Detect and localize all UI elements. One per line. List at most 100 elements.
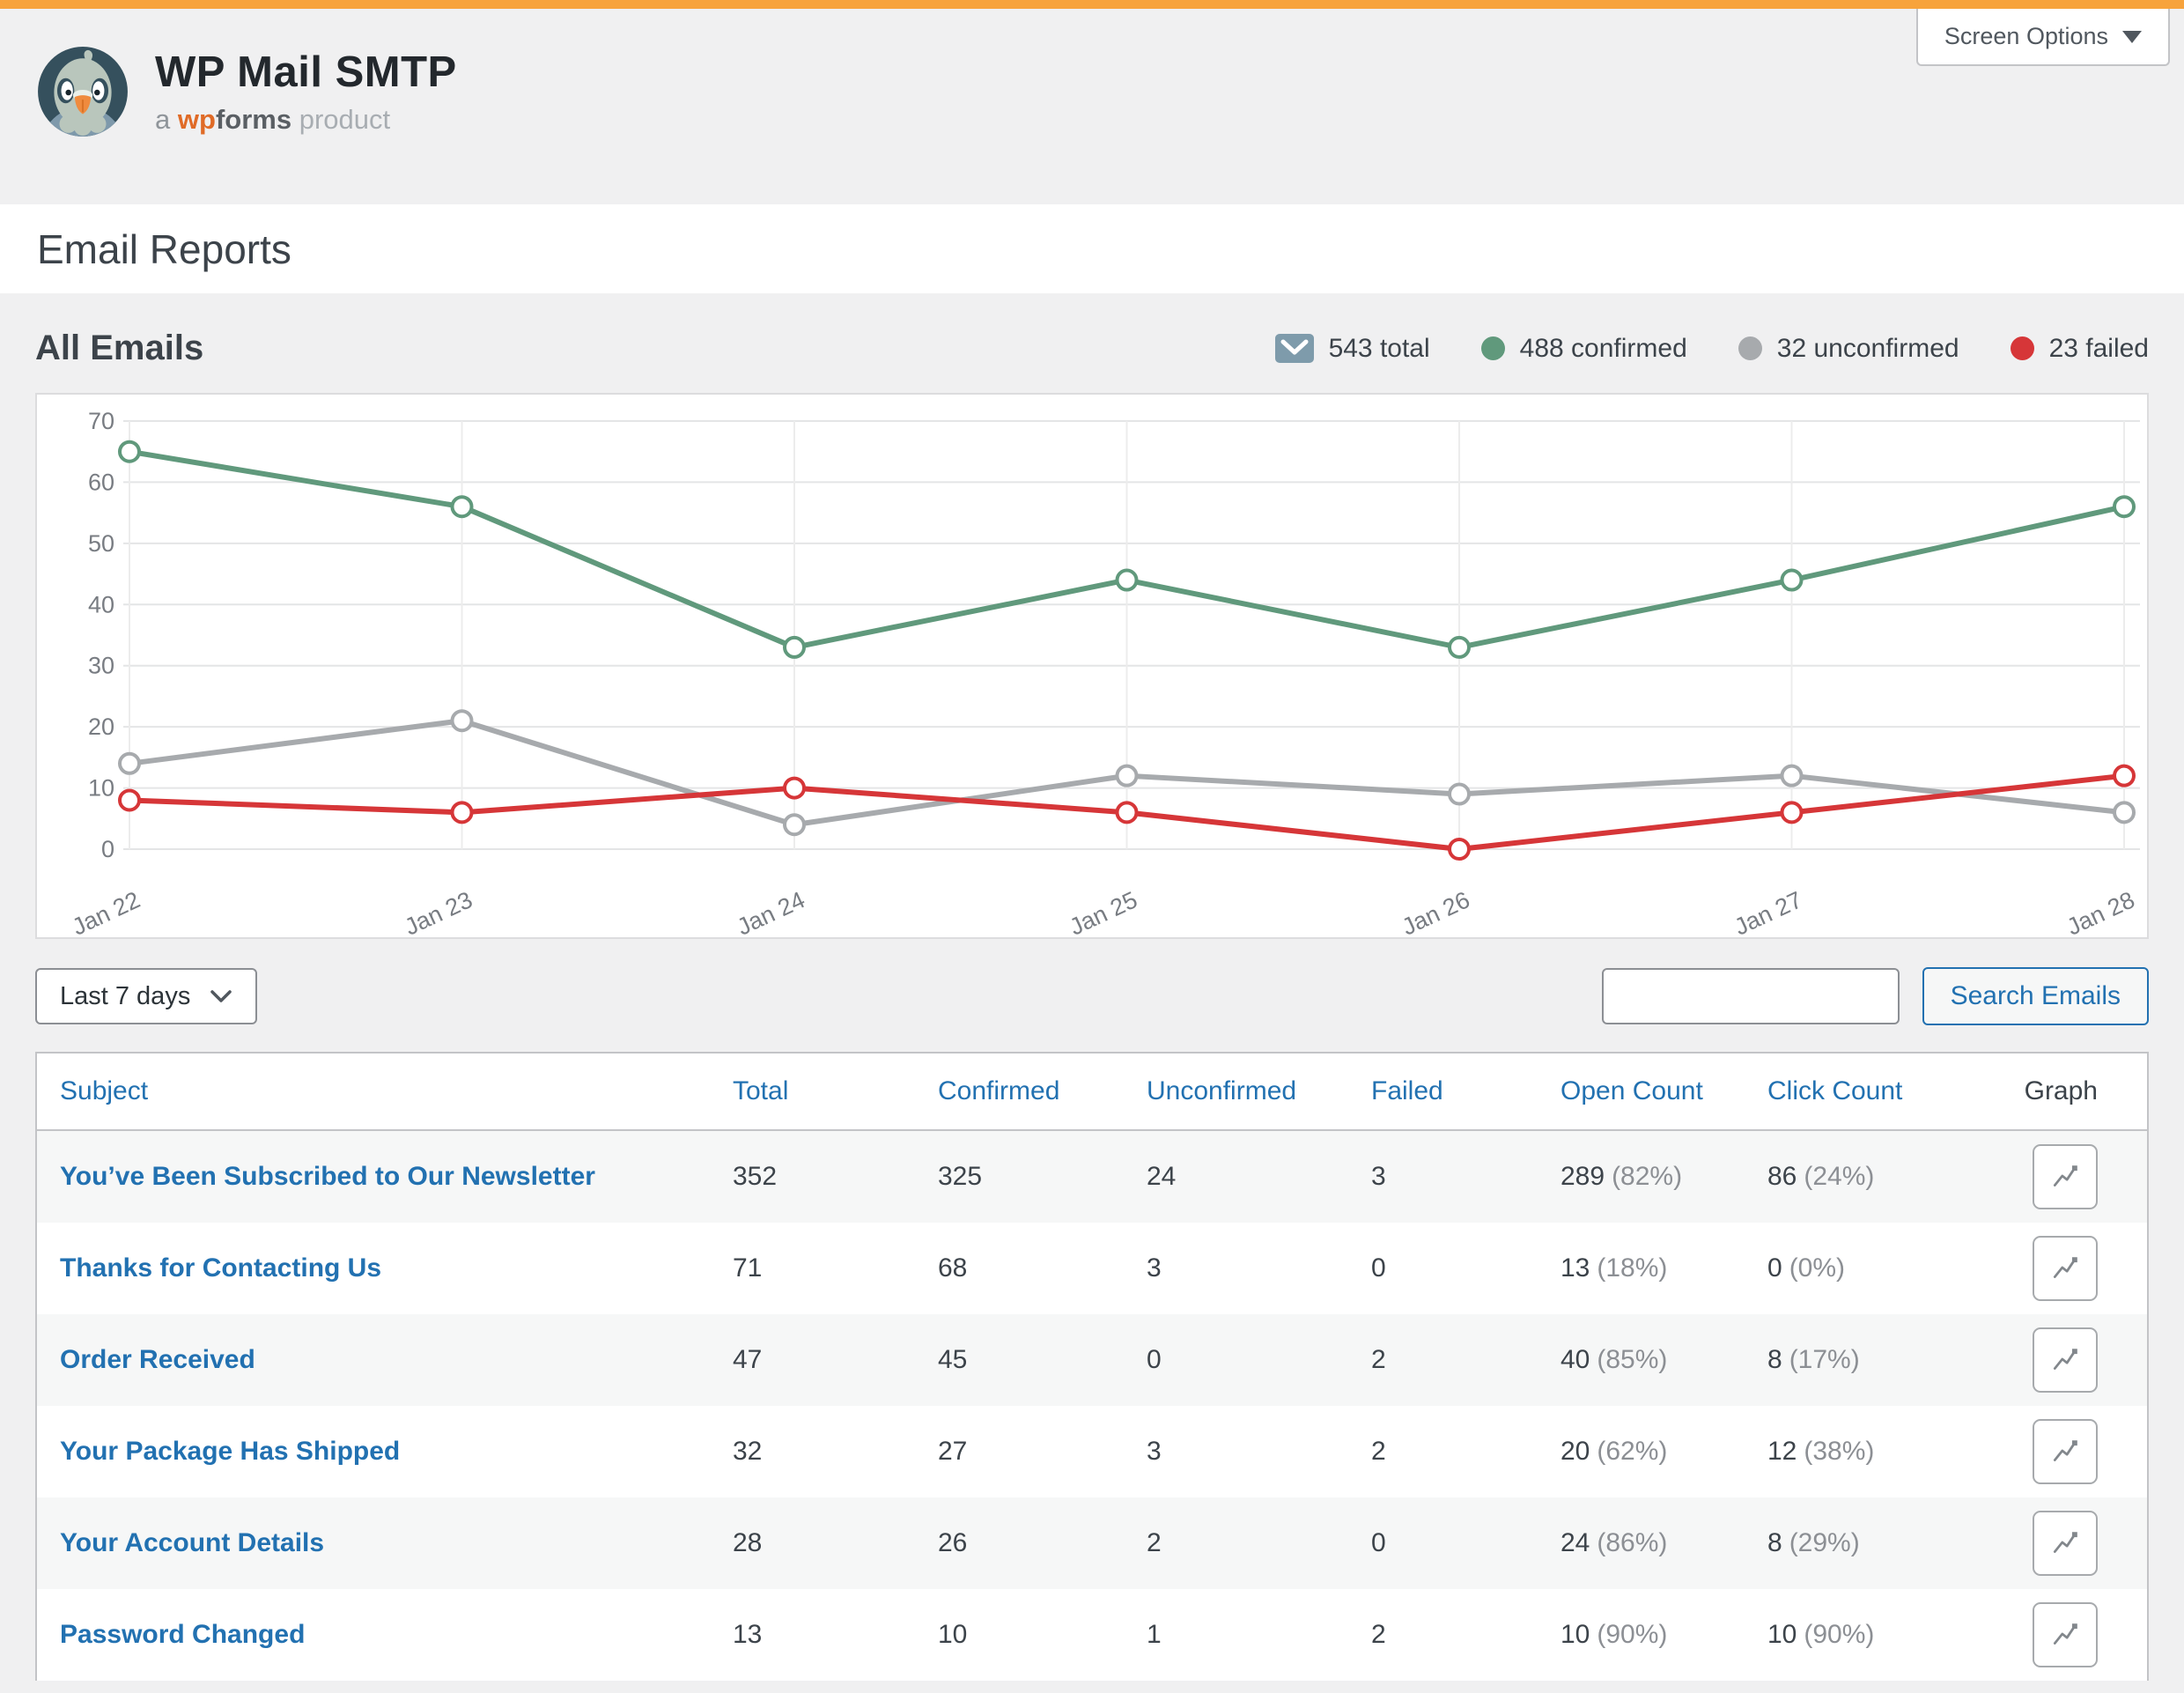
- open-count-cell: 289(82%): [1561, 1162, 1767, 1192]
- table-controls: Last 7 days Search Emails: [35, 967, 2149, 1025]
- date-range-select[interactable]: Last 7 days: [35, 968, 257, 1024]
- column-header-open-count[interactable]: Open Count: [1561, 1076, 1767, 1106]
- click-count-cell: 0(0%): [1767, 1253, 2005, 1283]
- failed-dot-icon: [2011, 336, 2034, 360]
- legend-total: 543 total: [1275, 334, 1430, 364]
- tagline-forms: forms: [216, 104, 291, 135]
- svg-text:Jan 22: Jan 22: [68, 886, 144, 937]
- unconfirmed-cell: 0: [1147, 1345, 1371, 1375]
- open-count-cell: 24(86%): [1561, 1528, 1767, 1558]
- unconfirmed-cell: 3: [1147, 1253, 1371, 1283]
- email-subject-link[interactable]: Order Received: [60, 1345, 255, 1374]
- legend-total-label: 543 total: [1329, 334, 1430, 364]
- total-cell: 352: [733, 1162, 938, 1192]
- svg-text:70: 70: [88, 408, 114, 434]
- table-body: You’ve Been Subscribed to Our Newsletter…: [37, 1131, 2147, 1681]
- click-count-cell: 10(90%): [1767, 1620, 2005, 1650]
- wp-mail-smtp-pigeon-logo: [35, 44, 130, 139]
- email-subject-link[interactable]: Password Changed: [60, 1620, 305, 1649]
- column-header-total[interactable]: Total: [733, 1076, 938, 1106]
- all-emails-section-header: All Emails 543 total 488 confirmed 32 unco…: [0, 293, 2184, 393]
- row-graph-button[interactable]: [2033, 1602, 2098, 1667]
- column-header-graph: Graph: [2005, 1076, 2147, 1106]
- row-graph-button[interactable]: [2033, 1511, 2098, 1576]
- table-row: Password Changed13101210(90%)10(90%): [37, 1589, 2147, 1681]
- unconfirmed-cell: 1: [1147, 1620, 1371, 1650]
- column-header-unconfirmed[interactable]: Unconfirmed: [1147, 1076, 1371, 1106]
- emails-line-chart: 010203040506070Jan 22Jan 23Jan 24Jan 25J…: [37, 395, 2147, 937]
- unconfirmed-cell: 24: [1147, 1162, 1371, 1192]
- table-header-row: SubjectTotalConfirmedUnconfirmedFailedOp…: [37, 1054, 2147, 1131]
- confirmed-cell: 68: [938, 1253, 1147, 1283]
- plugin-header: WP Mail SMTP a wpforms product Screen Op…: [0, 9, 2184, 204]
- row-graph-button[interactable]: [2033, 1144, 2098, 1209]
- chevron-down-icon: [210, 989, 232, 1004]
- svg-text:0: 0: [101, 836, 114, 862]
- total-cell: 28: [733, 1528, 938, 1558]
- column-header-subject[interactable]: Subject: [37, 1076, 733, 1106]
- email-reports-table: SubjectTotalConfirmedUnconfirmedFailedOp…: [35, 1052, 2149, 1681]
- search-emails-button[interactable]: Search Emails: [1922, 967, 2149, 1025]
- failed-cell: 2: [1371, 1437, 1561, 1467]
- svg-text:60: 60: [88, 469, 114, 495]
- page-title-band: Email Reports: [0, 204, 2184, 293]
- mini-line-chart-icon: [2050, 1620, 2080, 1650]
- confirmed-cell: 325: [938, 1162, 1147, 1192]
- mini-line-chart-icon: [2050, 1162, 2080, 1192]
- confirmed-cell: 26: [938, 1528, 1147, 1558]
- svg-text:Jan 25: Jan 25: [1066, 886, 1141, 937]
- total-cell: 71: [733, 1253, 938, 1283]
- chart-legend: 543 total488 confirmed32 unconfirmed23 f…: [1275, 334, 2149, 364]
- table-row: Your Package Has Shipped32273220(62%)12(…: [37, 1406, 2147, 1497]
- failed-cell: 0: [1371, 1253, 1561, 1283]
- failed-cell: 2: [1371, 1620, 1561, 1650]
- svg-text:Jan 24: Jan 24: [733, 886, 808, 937]
- mini-line-chart-icon: [2050, 1253, 2080, 1283]
- unconfirmed-cell: 2: [1147, 1528, 1371, 1558]
- page-title: Email Reports: [37, 225, 291, 273]
- unconfirmed-cell: 3: [1147, 1437, 1371, 1467]
- admin-top-bar: [0, 0, 2184, 9]
- legend-confirmed-label: 488 confirmed: [1520, 334, 1687, 364]
- table-row: Order Received47450240(85%)8(17%): [37, 1314, 2147, 1406]
- svg-text:Jan 26: Jan 26: [1398, 886, 1473, 937]
- screen-options-label: Screen Options: [1944, 23, 2108, 50]
- column-header-click-count[interactable]: Click Count: [1767, 1076, 2005, 1106]
- total-cell: 32: [733, 1437, 938, 1467]
- open-count-cell: 13(18%): [1561, 1253, 1767, 1283]
- svg-text:10: 10: [88, 775, 114, 802]
- svg-text:40: 40: [88, 591, 114, 617]
- svg-text:Jan 27: Jan 27: [1730, 886, 1806, 937]
- email-subject-link[interactable]: Thanks for Contacting Us: [60, 1253, 381, 1283]
- row-graph-button[interactable]: [2033, 1419, 2098, 1484]
- click-count-cell: 86(24%): [1767, 1162, 2005, 1192]
- svg-text:Jan 28: Jan 28: [2062, 886, 2138, 937]
- table-row: Your Account Details28262024(86%)8(29%): [37, 1497, 2147, 1589]
- email-subject-link[interactable]: You’ve Been Subscribed to Our Newsletter: [60, 1162, 595, 1191]
- section-title: All Emails: [35, 329, 203, 368]
- svg-text:30: 30: [88, 653, 114, 679]
- legend-unconfirmed: 32 unconfirmed: [1738, 334, 1959, 364]
- email-subject-link[interactable]: Your Account Details: [60, 1528, 324, 1557]
- search-input[interactable]: [1602, 968, 1900, 1024]
- confirmed-cell: 45: [938, 1345, 1147, 1375]
- brand-title: WP Mail SMTP: [155, 48, 457, 97]
- svg-text:Jan 23: Jan 23: [401, 886, 476, 937]
- click-count-cell: 12(38%): [1767, 1437, 2005, 1467]
- column-header-failed[interactable]: Failed: [1371, 1076, 1561, 1106]
- failed-cell: 0: [1371, 1528, 1561, 1558]
- confirmed-cell: 10: [938, 1620, 1147, 1650]
- open-count-cell: 40(85%): [1561, 1345, 1767, 1375]
- row-graph-button[interactable]: [2033, 1236, 2098, 1301]
- tagline-a: a: [155, 104, 170, 135]
- total-cell: 47: [733, 1345, 938, 1375]
- legend-confirmed: 488 confirmed: [1481, 334, 1687, 364]
- row-graph-button[interactable]: [2033, 1327, 2098, 1393]
- emails-chart-card: 010203040506070Jan 22Jan 23Jan 24Jan 25J…: [35, 393, 2149, 939]
- failed-cell: 3: [1371, 1162, 1561, 1192]
- confirmed-dot-icon: [1481, 336, 1505, 360]
- column-header-confirmed[interactable]: Confirmed: [938, 1076, 1147, 1106]
- email-subject-link[interactable]: Your Package Has Shipped: [60, 1437, 400, 1466]
- table-row: You’ve Been Subscribed to Our Newsletter…: [37, 1131, 2147, 1223]
- screen-options-button[interactable]: Screen Options: [1916, 9, 2170, 66]
